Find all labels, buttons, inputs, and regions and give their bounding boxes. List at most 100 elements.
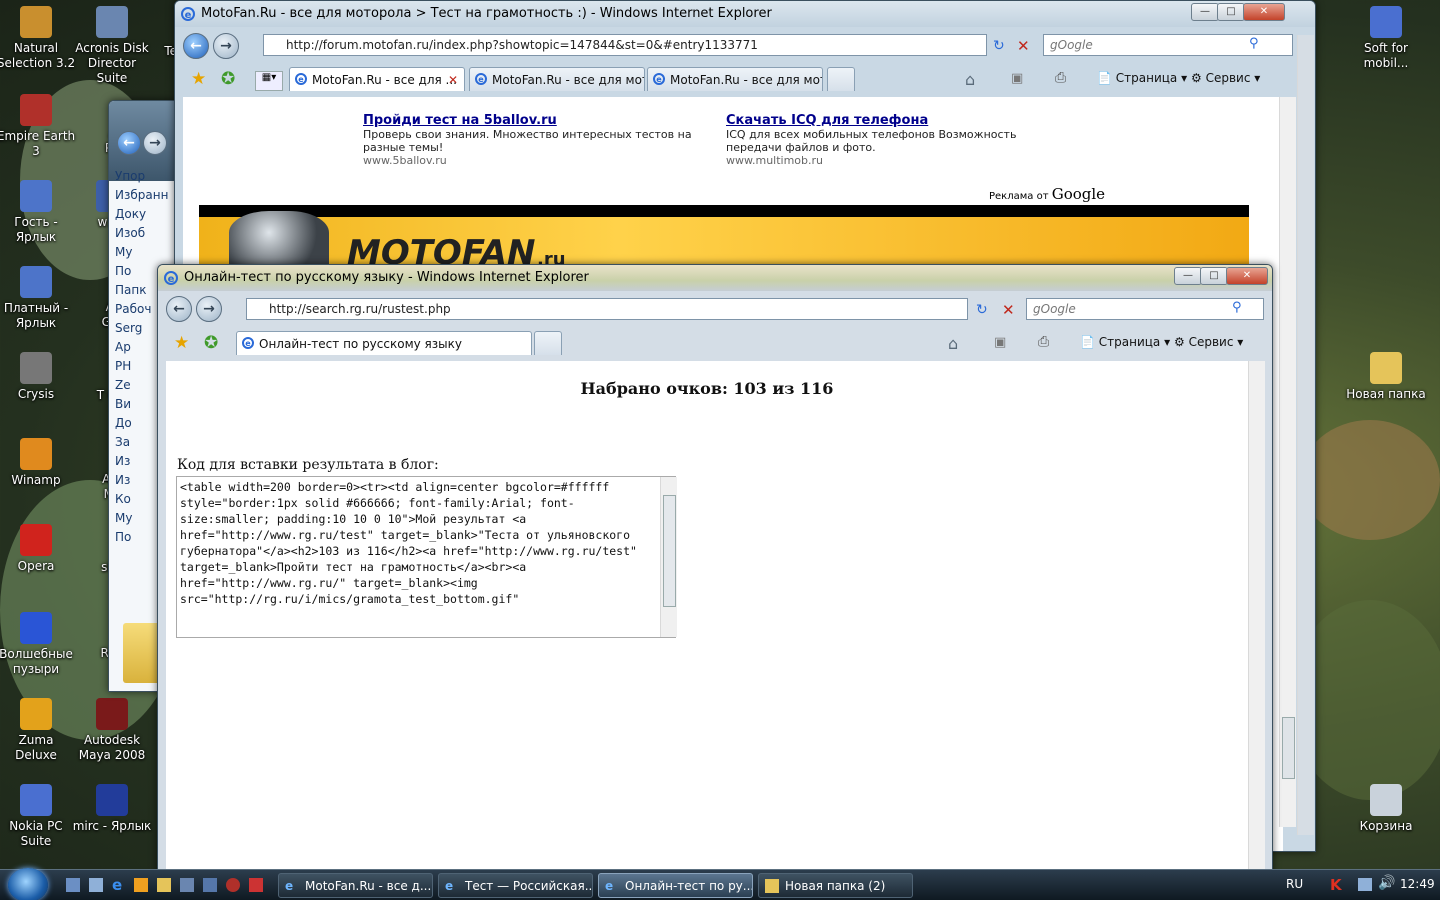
ad-link-2[interactable]: Скачать ICQ для телефона [726,113,928,128]
page-menu[interactable]: 📄 Страница ▾ [1080,335,1170,349]
minimize-button[interactable]: — [1191,3,1219,21]
search-icon[interactable]: ⚲ [1249,36,1259,51]
desktop-icon[interactable]: Soft for mobil... [1346,6,1426,71]
desktop-icon[interactable]: Opera [0,524,76,574]
refresh-icon[interactable]: ↻ [993,38,1005,54]
embed-code-textarea[interactable] [176,476,676,638]
explorer-nav-item[interactable]: Упор [109,169,179,188]
explorer-nav-item[interactable]: Избранн [109,188,179,207]
home-icon[interactable]: ⌂ [965,70,975,89]
add-favorites-icon[interactable]: ✪ [204,333,218,353]
service-menu[interactable]: ⚙ Сервис ▾ [1191,71,1260,85]
quicklaunch-media-icon[interactable] [134,878,148,892]
tab-motofan[interactable]: e MotoFan.Ru - все для ... ✕ [289,67,465,91]
quicklaunch-app-icon[interactable] [157,878,171,892]
desktop-icon[interactable]: Crysis [0,352,76,402]
desktop-icon-label: Winamp [11,473,61,487]
start-button[interactable] [8,868,48,900]
taskbar-button[interactable]: e MotoFan.Ru - все д... [278,873,433,898]
taskbar-button[interactable]: e Тест — Российская... [438,873,593,898]
new-tab-button[interactable] [534,331,562,355]
maximize-button[interactable]: □ [1217,3,1245,21]
page-menu[interactable]: 📄 Страница ▾ [1097,71,1187,85]
desktop-icon[interactable]: Гость - Ярлык [0,180,76,245]
vertical-scrollbar[interactable] [1248,361,1265,885]
back-button[interactable]: ← [183,33,209,59]
textarea-scrollbar[interactable] [660,477,677,637]
desktop-icon[interactable]: Корзина [1346,784,1426,834]
desktop-icon[interactable]: Natural Selection 3.2 [0,6,76,71]
taskbar-button[interactable]: e Онлайн-тест по ру... [598,873,753,898]
explorer-nav-item[interactable]: Му [109,245,179,264]
desktop-icon[interactable]: Zuma Deluxe [0,698,76,763]
feeds-icon[interactable]: ▣ [994,335,1006,350]
page-content: Набрано очков: 103 из 116 Код для вставк… [166,361,1248,885]
quicklaunch-app-icon[interactable] [249,878,263,892]
quicklaunch-show-desktop-icon[interactable] [66,878,80,892]
favorites-star-icon[interactable]: ★ [191,69,206,89]
back-button[interactable]: ← [166,296,192,322]
forward-button[interactable]: → [196,296,222,322]
quicklaunch-app-icon[interactable] [226,878,240,892]
refresh-icon[interactable]: ↻ [976,302,988,318]
stop-icon[interactable]: ✕ [1017,37,1030,55]
tray-network-icon[interactable] [1358,878,1372,891]
explorer-forward-button[interactable]: → [143,131,167,155]
desktop-icon[interactable]: Волшебные пузыри [0,612,76,677]
desktop-icon[interactable]: Платный - Ярлык [0,266,76,331]
title-bar[interactable]: e MotoFan.Ru - все для моторола > Тест н… [175,1,1315,27]
vertical-scrollbar[interactable] [1279,97,1296,827]
feeds-icon[interactable]: ▣ [1011,71,1023,86]
quicklaunch-switch-windows-icon[interactable] [89,878,103,892]
new-tab-button[interactable] [827,67,855,91]
language-indicator[interactable]: RU [1286,877,1303,891]
print-icon[interactable]: ⎙ [1055,70,1066,86]
ie-icon: e [181,7,195,21]
favorites-star-icon[interactable]: ★ [174,333,189,353]
print-icon[interactable]: ⎙ [1038,334,1049,350]
title-bar[interactable]: e Онлайн-тест по русскому языку - Window… [158,265,1272,291]
explorer-nav-item[interactable]: Изоб [109,226,179,245]
close-button[interactable]: ✕ [1243,3,1285,21]
ad-link-1[interactable]: Пройди тест на 5ballov.ru [363,113,557,128]
ie-icon: e [285,879,294,893]
tray-volume-icon[interactable]: 🔊 [1378,875,1395,891]
desktop-icon[interactable]: mirc - Ярлык [72,784,152,834]
taskbar-button[interactable]: Новая папка (2) [758,873,913,898]
tab-motofan[interactable]: e MotoFan.Ru - все для мот... [469,67,645,91]
forward-button[interactable]: → [213,33,239,59]
maximize-button[interactable]: □ [1200,267,1228,285]
address-bar[interactable]: http://forum.motofan.ru/index.php?showto… [263,34,987,56]
desktop-icon[interactable]: Nokia PC Suite [0,784,76,849]
clock[interactable]: 12:49 [1400,877,1435,891]
explorer-nav-item[interactable]: Доку [109,207,179,226]
ads-by-google[interactable]: Реклама от Google [989,185,1105,203]
quicklaunch-app-icon[interactable] [180,878,194,892]
app-icon [20,352,52,384]
tab-rustest[interactable]: e Онлайн-тест по русскому языку [236,331,532,355]
desktop-icon[interactable]: Autodesk Maya 2008 [72,698,152,763]
explorer-back-button[interactable]: ← [117,131,141,155]
close-button[interactable]: ✕ [1226,267,1268,285]
browser-window-rustest[interactable]: e Онлайн-тест по русскому языку - Window… [157,264,1273,886]
ie-icon: e [445,879,454,893]
quicklaunch-app-icon[interactable] [203,878,217,892]
search-input[interactable]: gOogle [1026,298,1264,320]
desktop-icon[interactable]: Acronis Disk Director Suite [72,6,152,86]
desktop-icon[interactable]: Winamp [0,438,76,488]
stop-icon[interactable]: ✕ [1002,301,1015,319]
desktop-icon[interactable]: Новая папка [1346,352,1426,402]
desktop-icon[interactable]: Empire Earth 3 [0,94,76,159]
home-icon[interactable]: ⌂ [948,334,958,353]
search-icon[interactable]: ⚲ [1232,300,1242,315]
tab-close-icon[interactable]: ✕ [448,68,458,91]
service-menu[interactable]: ⚙ Сервис ▾ [1174,335,1243,349]
outer-scrollbar[interactable] [1297,35,1314,835]
add-favorites-icon[interactable]: ✪ [221,69,235,89]
address-bar[interactable]: http://search.rg.ru/rustest.php [246,298,968,320]
minimize-button[interactable]: — [1174,267,1202,285]
quick-tabs-icon[interactable]: ▦▾ [255,71,283,91]
quicklaunch-ie-icon[interactable]: e [112,876,122,894]
tray-antivirus-icon[interactable]: K [1330,876,1342,894]
tab-motofan[interactable]: e MotoFan.Ru - все для мот... [647,67,823,91]
